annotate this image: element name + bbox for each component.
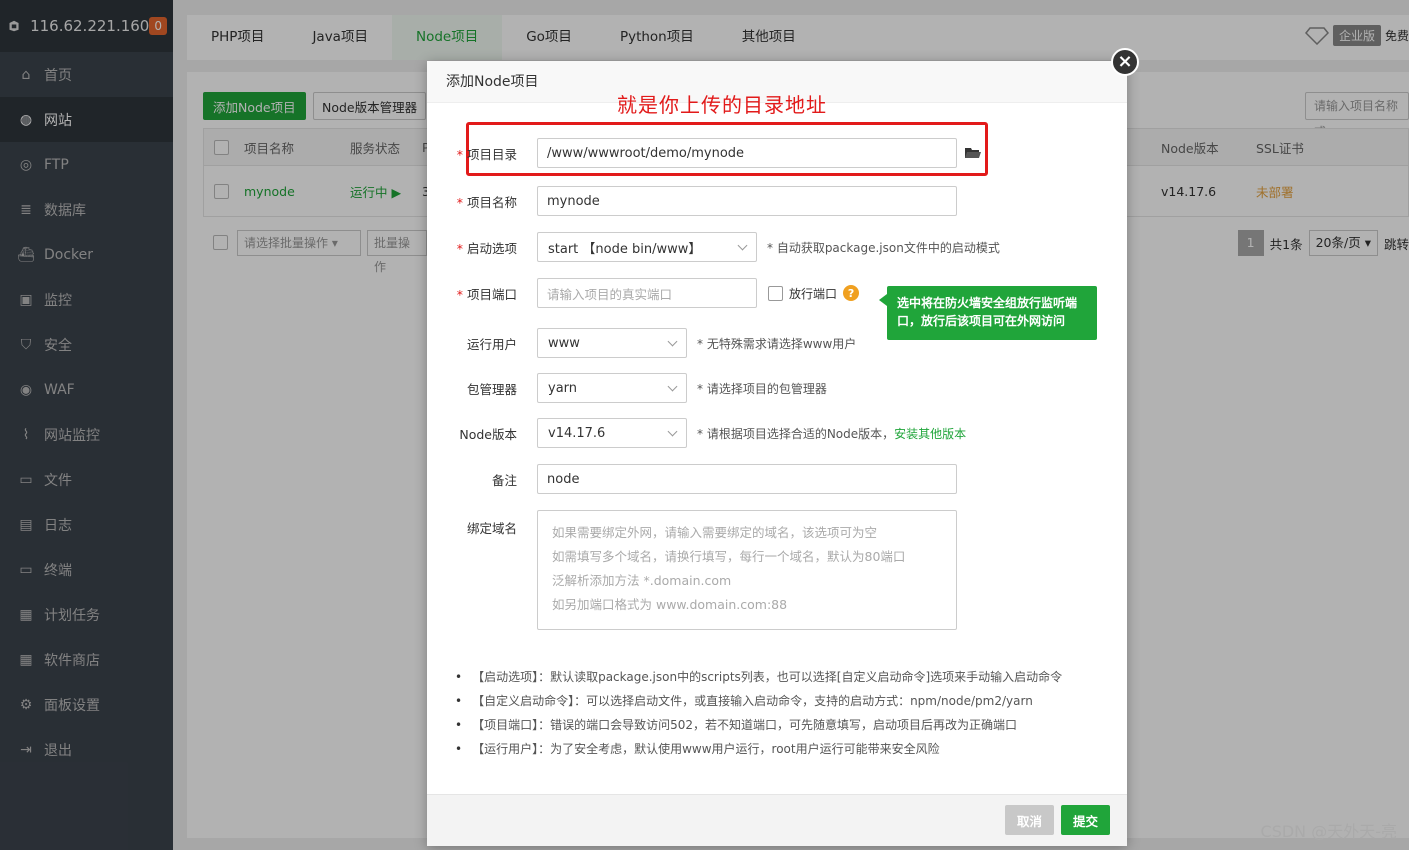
project-dir-input[interactable]: /www/wwwroot/demo/mynode <box>537 138 957 168</box>
open-port-checkbox[interactable] <box>768 285 783 301</box>
name-label: * 项目名称 <box>456 194 517 210</box>
port-label: * 项目端口 <box>456 286 517 302</box>
remark-input[interactable]: node <box>537 464 957 494</box>
start-hint: * 自动获取package.json文件中的启动模式 <box>767 240 1000 255</box>
annotation-text: 就是你上传的目录地址 <box>617 93 827 117</box>
pkg-hint: * 请选择项目的包管理器 <box>697 381 827 396</box>
chevron-down-icon <box>667 381 678 391</box>
folder-icon[interactable] <box>965 147 981 159</box>
chevron-down-icon <box>667 336 678 346</box>
list-item: 【运行用户】：为了安全考虑，默认使用www用户运行，root用户运行可能带来安全… <box>455 737 1062 761</box>
node-label: Node版本 <box>459 426 517 442</box>
node-hint: * 请根据项目选择合适的Node版本，安装其他版本 <box>697 426 967 441</box>
add-node-project-dialog: 添加Node项目 × 就是你上传的目录地址 * 项目目录 /www/wwwroot… <box>427 48 1139 846</box>
field-start: * 启动选项 start 【node bin/www】 * 自动获取package… <box>427 232 1127 262</box>
notes-list: 【启动选项】：默认读取package.json中的scripts列表，也可以选择… <box>455 665 1062 761</box>
list-item: 【自定义启动命令】：可以选择启动文件，或直接输入启动命令，支持的启动方式：npm… <box>455 689 1062 713</box>
remark-label: 备注 <box>491 472 517 488</box>
close-icon[interactable]: × <box>1111 48 1139 76</box>
node-version-select[interactable]: v14.17.6 <box>537 418 687 448</box>
chevron-down-icon <box>667 426 678 436</box>
field-name: * 项目名称 mynode <box>427 186 1127 216</box>
start-option-select[interactable]: start 【node bin/www】 <box>537 232 757 262</box>
user-hint: * 无特殊需求请选择www用户 <box>697 336 857 351</box>
watermark: CSDN @天外天-亮 <box>1260 822 1397 841</box>
cancel-button[interactable]: 取消 <box>1005 805 1055 835</box>
domain-label: 绑定域名 <box>466 521 517 536</box>
package-manager-select[interactable]: yarn <box>537 373 687 403</box>
field-domain: 绑定域名 如果需要绑定外网，请输入需要绑定的域名，该选项可为空 如需填写多个域名… <box>427 510 1127 630</box>
start-label: * 启动选项 <box>456 240 517 256</box>
project-name-input[interactable]: mynode <box>537 186 957 216</box>
open-port-label: 放行端口 <box>789 286 838 301</box>
submit-button[interactable]: 提交 <box>1061 805 1111 835</box>
dir-label: * 项目目录 <box>456 146 517 162</box>
help-icon[interactable]: ? <box>843 285 860 301</box>
field-node: Node版本 v14.17.6 * 请根据项目选择合适的Node版本，安装其他版… <box>427 418 1127 448</box>
list-item: 【启动选项】：默认读取package.json中的scripts列表，也可以选择… <box>455 665 1062 689</box>
dialog-footer: 取消 提交 <box>427 794 1127 846</box>
pkg-label: 包管理器 <box>466 381 517 397</box>
user-label: 运行用户 <box>466 336 517 352</box>
field-remark: 备注 node <box>427 464 1127 494</box>
run-user-select[interactable]: www <box>537 328 687 358</box>
list-item: 【项目端口】：错误的端口会导致访问502，若不知道端口，可先随意填写，启动项目后… <box>455 713 1062 737</box>
field-dir: * 项目目录 /www/wwwroot/demo/mynode <box>427 138 1127 168</box>
project-port-input[interactable]: 请输入项目的真实端口 <box>537 278 757 308</box>
field-user: 运行用户 www * 无特殊需求请选择www用户 <box>427 328 1127 358</box>
chevron-down-icon <box>737 240 748 250</box>
install-other-version-link[interactable]: 安装其他版本 <box>894 427 966 441</box>
domain-textarea[interactable]: 如果需要绑定外网，请输入需要绑定的域名，该选项可为空 如需填写多个域名，请换行填… <box>537 510 957 630</box>
field-pkg: 包管理器 yarn * 请选择项目的包管理器 <box>427 373 1127 403</box>
sidebar-overlay <box>0 0 173 850</box>
